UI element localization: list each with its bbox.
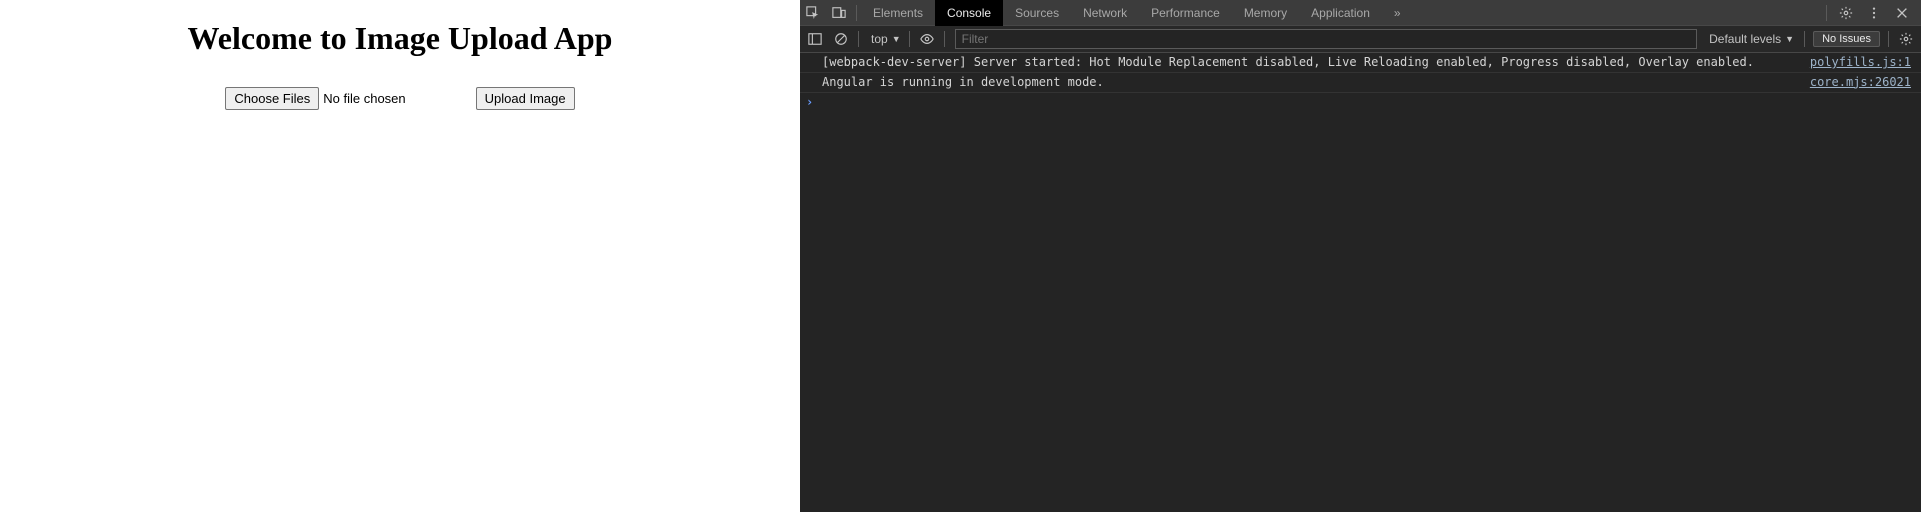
- tab-application[interactable]: Application: [1299, 0, 1382, 26]
- console-toolbar: top ▼ Default levels ▼ No Issues: [800, 26, 1921, 53]
- chevron-down-icon: ▼: [1785, 34, 1794, 44]
- settings-gear-icon[interactable]: [1833, 0, 1859, 26]
- live-expression-eye-icon[interactable]: [914, 26, 940, 52]
- choose-files-button[interactable]: Choose Files: [225, 87, 319, 110]
- console-output: [webpack-dev-server] Server started: Hot…: [800, 53, 1921, 512]
- chevron-down-icon: ▼: [892, 34, 901, 44]
- tab-memory[interactable]: Memory: [1232, 0, 1299, 26]
- console-settings-gear-icon[interactable]: [1893, 26, 1919, 52]
- log-row: [webpack-dev-server] Server started: Hot…: [800, 53, 1921, 73]
- devtools-tabbar: Elements Console Sources Network Perform…: [800, 0, 1921, 26]
- tab-elements[interactable]: Elements: [861, 0, 935, 26]
- separator: [944, 31, 945, 47]
- tab-performance[interactable]: Performance: [1139, 0, 1232, 26]
- tab-sources[interactable]: Sources: [1003, 0, 1071, 26]
- log-message: Angular is running in development mode.: [822, 74, 1810, 91]
- tabbar-left: Elements Console Sources Network Perform…: [800, 0, 1413, 25]
- inspect-element-icon[interactable]: [800, 0, 826, 26]
- page-title: Welcome to Image Upload App: [0, 20, 800, 57]
- separator: [1888, 31, 1889, 47]
- context-selector[interactable]: top ▼: [867, 32, 905, 46]
- console-prompt-row[interactable]: ›: [800, 93, 1921, 111]
- separator: [858, 31, 859, 47]
- devtools-pane: Elements Console Sources Network Perform…: [800, 0, 1921, 512]
- context-label: top: [871, 32, 888, 46]
- log-source-link[interactable]: polyfills.js:1: [1810, 54, 1911, 71]
- tabbar-right: [1822, 0, 1921, 26]
- log-levels-selector[interactable]: Default levels ▼: [1703, 32, 1800, 46]
- file-input-group: Choose Files No file chosen: [225, 87, 405, 110]
- upload-row: Choose Files No file chosen Upload Image: [0, 87, 800, 110]
- prompt-chevron-icon: ›: [806, 95, 813, 109]
- separator: [909, 31, 910, 47]
- filter-wrapper: [955, 29, 1698, 49]
- log-source-link[interactable]: core.mjs:26021: [1810, 74, 1911, 91]
- close-devtools-icon[interactable]: [1889, 0, 1915, 26]
- clear-console-icon[interactable]: [828, 26, 854, 52]
- separator: [856, 5, 857, 21]
- device-toggle-icon[interactable]: [826, 0, 852, 26]
- log-message: [webpack-dev-server] Server started: Hot…: [822, 54, 1810, 71]
- tab-network[interactable]: Network: [1071, 0, 1139, 26]
- tab-console[interactable]: Console: [935, 0, 1003, 26]
- separator: [1804, 31, 1805, 47]
- file-status-text: No file chosen: [323, 91, 405, 106]
- kebab-menu-icon[interactable]: [1861, 0, 1887, 26]
- more-tabs-button[interactable]: »: [1382, 0, 1413, 26]
- toggle-sidebar-icon[interactable]: [802, 26, 828, 52]
- issues-button[interactable]: No Issues: [1813, 31, 1880, 47]
- upload-image-button[interactable]: Upload Image: [476, 87, 575, 110]
- log-row: Angular is running in development mode. …: [800, 73, 1921, 93]
- levels-label: Default levels: [1709, 32, 1781, 46]
- app-pane: Welcome to Image Upload App Choose Files…: [0, 0, 800, 512]
- filter-input[interactable]: [955, 29, 1698, 49]
- separator: [1826, 5, 1827, 21]
